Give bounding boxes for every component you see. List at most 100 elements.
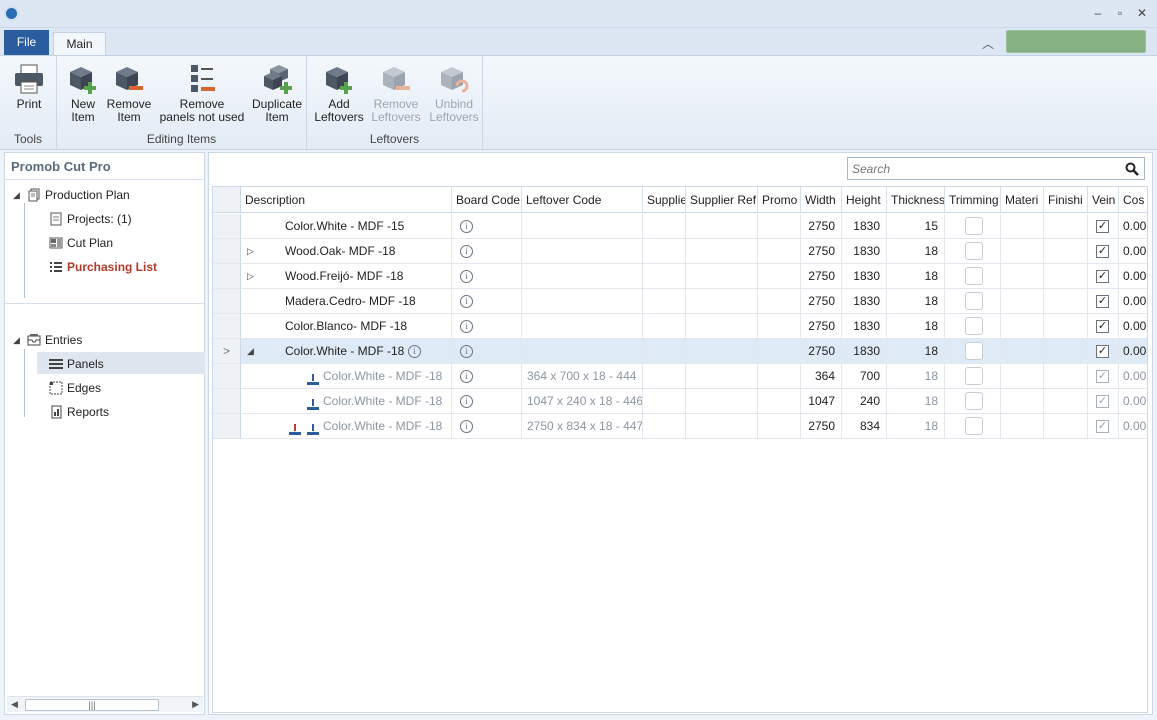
column-header[interactable]: Cos <box>1119 187 1147 213</box>
collapse-icon[interactable]: ◢ <box>13 335 23 346</box>
vein-checkbox[interactable]: ✓ <box>1096 370 1109 383</box>
table-row[interactable]: Color.White - MDF -18 i 364 x 700 x 18 - 4… <box>213 364 1147 389</box>
info-icon[interactable]: i <box>460 220 473 234</box>
info-icon[interactable]: i <box>460 270 473 284</box>
new-item-button[interactable]: New Item <box>65 62 101 124</box>
row-header[interactable] <box>213 364 241 389</box>
row-header[interactable] <box>213 214 241 239</box>
close-button[interactable]: ✕ <box>1135 6 1149 20</box>
row-header[interactable]: > <box>213 339 241 364</box>
row-header[interactable] <box>213 314 241 339</box>
horizontal-scrollbar[interactable]: ◀ ||| ▶ <box>7 696 203 712</box>
column-header[interactable]: Board Code <box>452 187 522 213</box>
expand-icon[interactable]: ▷ <box>247 239 254 263</box>
vein-checkbox[interactable]: ✓ <box>1096 420 1109 433</box>
board-code-cell: i <box>452 314 522 339</box>
table-row[interactable]: ▷ Wood.Freijó- MDF -18 i 2750 1830 18 ✓ 0.00 <box>213 264 1147 289</box>
trimming-checkbox[interactable] <box>965 317 983 335</box>
report-icon <box>49 405 63 419</box>
trimming-checkbox[interactable] <box>965 392 983 410</box>
add-leftovers-button[interactable]: Add Leftovers <box>313 62 365 124</box>
trimming-checkbox[interactable] <box>965 417 983 435</box>
unbind-leftovers-label: Unbind Leftovers <box>429 97 479 124</box>
info-icon[interactable]: i <box>460 420 473 434</box>
info-icon[interactable]: i <box>460 370 473 384</box>
tree-projects[interactable]: Projects: (1) <box>49 209 132 229</box>
tree-reports[interactable]: Reports <box>49 402 109 422</box>
column-header[interactable]: Supplier Ref <box>686 187 758 213</box>
tree-entries[interactable]: ◢ Entries <box>13 330 82 350</box>
tree-cut-plan[interactable]: Cut Plan <box>49 233 113 253</box>
trimming-checkbox[interactable] <box>965 367 983 385</box>
vein-checkbox[interactable]: ✓ <box>1096 345 1109 358</box>
vein-checkbox[interactable]: ✓ <box>1096 270 1109 283</box>
column-header[interactable]: Thickness <box>887 187 945 213</box>
info-icon[interactable]: i <box>460 245 473 259</box>
scroll-right-icon[interactable]: ▶ <box>192 699 199 710</box>
vein-checkbox[interactable]: ✓ <box>1096 320 1109 333</box>
print-button[interactable]: Print <box>11 62 47 111</box>
trimming-checkbox[interactable] <box>965 292 983 310</box>
column-header[interactable]: Finishi <box>1044 187 1088 213</box>
column-header[interactable]: Materi <box>1001 187 1044 213</box>
collapse-icon[interactable]: ◢ <box>13 190 23 201</box>
row-header[interactable] <box>213 389 241 414</box>
info-icon[interactable]: i <box>460 395 473 409</box>
info-icon[interactable]: i <box>460 320 473 334</box>
restore-button[interactable]: ▫ <box>1113 6 1127 20</box>
tab-main[interactable]: Main <box>53 32 106 56</box>
duplicate-item-button[interactable]: Duplicate Item <box>250 62 304 124</box>
tree-panels[interactable]: Panels <box>49 354 104 374</box>
supplier-cell <box>643 389 686 414</box>
tree-edges[interactable]: Edges <box>49 378 101 398</box>
description-text: Color.Blanco- MDF -18 <box>285 319 408 333</box>
vein-checkbox[interactable]: ✓ <box>1096 395 1109 408</box>
vein-checkbox[interactable]: ✓ <box>1096 295 1109 308</box>
column-header[interactable]: Supplie <box>643 187 686 213</box>
info-icon[interactable]: i <box>408 345 421 358</box>
tree-production-plan[interactable]: ◢ Production Plan <box>13 185 130 205</box>
remove-leftovers-button[interactable]: Remove Leftovers <box>369 62 423 124</box>
table-row[interactable]: Color.White - MDF -18 i 1047 x 240 x 18 - … <box>213 389 1147 414</box>
trimming-checkbox[interactable] <box>965 217 983 235</box>
column-header[interactable]: Trimming <box>945 187 1001 213</box>
vein-checkbox[interactable]: ✓ <box>1096 245 1109 258</box>
table-row[interactable]: Madera.Cedro- MDF -18 i 2750 1830 18 ✓ 0.00 <box>213 289 1147 314</box>
search-input[interactable] <box>848 158 1108 179</box>
table-row[interactable]: Color.Blanco- MDF -18 i 2750 1830 18 ✓ 0.00 <box>213 314 1147 339</box>
info-icon[interactable]: i <box>460 345 473 359</box>
trimming-checkbox[interactable] <box>965 342 983 360</box>
column-header[interactable]: Description <box>241 187 452 213</box>
leftovers-group-label: Leftovers <box>369 132 420 146</box>
column-header[interactable]: Promo <box>758 187 801 213</box>
expand-icon[interactable]: ▷ <box>247 264 254 288</box>
unbind-leftovers-button[interactable]: Unbind Leftovers <box>427 62 481 124</box>
tab-file[interactable]: File <box>4 30 49 55</box>
table-row[interactable]: Color.White - MDF -15 i 2750 1830 15 ✓ 0.00 <box>213 214 1147 239</box>
search-box[interactable] <box>847 157 1145 180</box>
remove-panels-not-used-button[interactable]: Remove panels not used <box>157 62 247 124</box>
vein-checkbox[interactable]: ✓ <box>1096 220 1109 233</box>
info-icon[interactable]: i <box>460 295 473 309</box>
collapse-ribbon-icon[interactable]: ︿ <box>982 35 994 52</box>
row-header[interactable] <box>213 289 241 314</box>
row-header[interactable] <box>213 239 241 264</box>
scroll-left-icon[interactable]: ◀ <box>11 699 18 710</box>
table-row[interactable]: Color.White - MDF -18 i 2750 x 834 x 18 - … <box>213 414 1147 439</box>
scroll-thumb[interactable]: ||| <box>25 699 159 711</box>
row-header[interactable] <box>213 414 241 439</box>
minimize-button[interactable]: ‒ <box>1091 6 1105 20</box>
table-row[interactable]: > ◢ Color.White - MDF -18 i i 2750 1830 18 ✓ 0.00 <box>213 339 1147 364</box>
row-header[interactable] <box>213 264 241 289</box>
search-icon[interactable] <box>1125 162 1139 176</box>
trimming-checkbox[interactable] <box>965 242 983 260</box>
table-row[interactable]: ▷ Wood.Oak- MDF -18 i 2750 1830 18 ✓ 0.00 <box>213 239 1147 264</box>
remove-item-button[interactable]: Remove Item <box>105 62 153 124</box>
column-header[interactable]: Height <box>842 187 887 213</box>
column-header[interactable]: Width <box>801 187 842 213</box>
collapse-icon[interactable]: ◢ <box>247 339 254 363</box>
tree-purchasing-list[interactable]: Purchasing List <box>49 257 157 277</box>
trimming-checkbox[interactable] <box>965 267 983 285</box>
column-header[interactable]: Vein <box>1088 187 1119 213</box>
column-header[interactable]: Leftover Code <box>522 187 643 213</box>
